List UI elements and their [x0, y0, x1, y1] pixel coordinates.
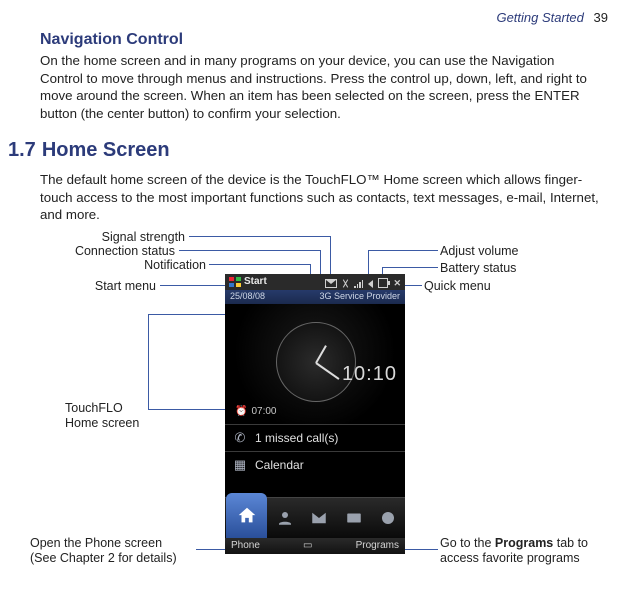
clock-hand-minute [315, 362, 339, 380]
missed-calls-row: ✆ 1 missed call(s) [225, 424, 405, 451]
softkey-bar: Phone ▭ Programs [225, 538, 405, 554]
section-number: 1.7 [8, 139, 36, 161]
label-go-programs: Go to the Programs tab to access favorit… [440, 536, 620, 566]
alarm-icon: ⏰ [235, 406, 247, 419]
calendar-row: ▦ Calendar [225, 451, 405, 478]
alarm-time: 07:00 [251, 406, 276, 419]
running-header: Getting Started 39 [496, 10, 608, 26]
section-title: Home Screen [42, 139, 170, 161]
tab-home [226, 493, 267, 538]
label-touchflo-line1: TouchFLO [65, 401, 123, 415]
label-notification: Notification [144, 258, 206, 272]
battery-icon [378, 278, 388, 288]
home-screen-heading: 1.7 Home Screen [0, 138, 636, 163]
navigation-control-section: Navigation Control On the home screen an… [40, 30, 595, 122]
windows-logo-icon [229, 277, 241, 287]
header-title: Getting Started [496, 10, 583, 25]
people-icon [276, 509, 294, 527]
label-adjust-volume: Adjust volume [440, 244, 519, 259]
label-quick-menu: Quick menu [424, 279, 491, 294]
label-open-phone-line1: Open the Phone screen [30, 536, 162, 550]
label-battery-status: Battery status [440, 261, 516, 276]
label-go-programs-suffix: tab to [553, 536, 588, 550]
label-go-programs-bold: Programs [495, 536, 553, 550]
page-number: 39 [594, 10, 608, 25]
calendar-icon: ▦ [233, 457, 247, 473]
label-open-phone-line2: (See Chapter 2 for details) [30, 551, 177, 565]
tab-mail [337, 498, 371, 538]
home-icon [236, 505, 258, 527]
clock-hand-hour [315, 345, 327, 363]
close-icon: ✕ [393, 279, 401, 288]
home-screen-diagram: Signal strength Connection status Notifi… [0, 228, 636, 593]
label-touchflo: TouchFLO Home screen [65, 401, 139, 431]
alarm-line: ⏰ 07:00 [235, 406, 276, 419]
volume-icon [368, 280, 373, 288]
label-touchflo-line2: Home screen [65, 416, 139, 430]
phone-icon: ✆ [233, 430, 247, 446]
status-bar: Start ✕ [225, 274, 405, 290]
globe-icon [379, 509, 397, 527]
label-go-programs-prefix: Go to the [440, 536, 495, 550]
notification-icon [325, 279, 337, 288]
label-go-programs-line2: access favorite programs [440, 551, 580, 565]
label-start-menu: Start menu [95, 279, 156, 293]
clock-area: 10:10 ⏰ 07:00 [225, 304, 405, 424]
calendar-text: Calendar [255, 458, 304, 473]
device-screenshot: Start ✕ 25/08/08 3G Service Provider 10:… [225, 274, 405, 554]
info-bar: 25/08/08 3G Service Provider [225, 290, 405, 304]
home-screen-body: The default home screen of the device is… [0, 171, 636, 224]
start-label: Start [244, 276, 267, 289]
softkey-right: Programs [356, 540, 399, 553]
tab-internet [371, 498, 405, 538]
tab-messages [302, 498, 336, 538]
label-connection-status: Connection status [75, 244, 175, 258]
softkey-left: Phone [231, 540, 260, 553]
tab-people [268, 498, 302, 538]
softkey-center-icon: ▭ [303, 540, 312, 553]
carrier-label: 3G Service Provider [319, 291, 400, 302]
navigation-control-body: On the home screen and in many programs … [40, 52, 595, 122]
envelope-icon [310, 509, 328, 527]
date-label: 25/08/08 [230, 291, 265, 302]
label-open-phone: Open the Phone screen (See Chapter 2 for… [30, 536, 210, 566]
touchflo-tab-bar [225, 497, 405, 538]
missed-calls-text: 1 missed call(s) [255, 431, 338, 446]
mail-icon [345, 509, 363, 527]
label-signal-strength: Signal strength [102, 230, 185, 244]
connection-icon [342, 279, 349, 288]
navigation-control-heading: Navigation Control [40, 30, 595, 50]
signal-icon [354, 279, 363, 288]
home-screen-section: 1.7 Home Screen The default home screen o… [0, 138, 636, 224]
digital-time: 10:10 [342, 362, 397, 387]
